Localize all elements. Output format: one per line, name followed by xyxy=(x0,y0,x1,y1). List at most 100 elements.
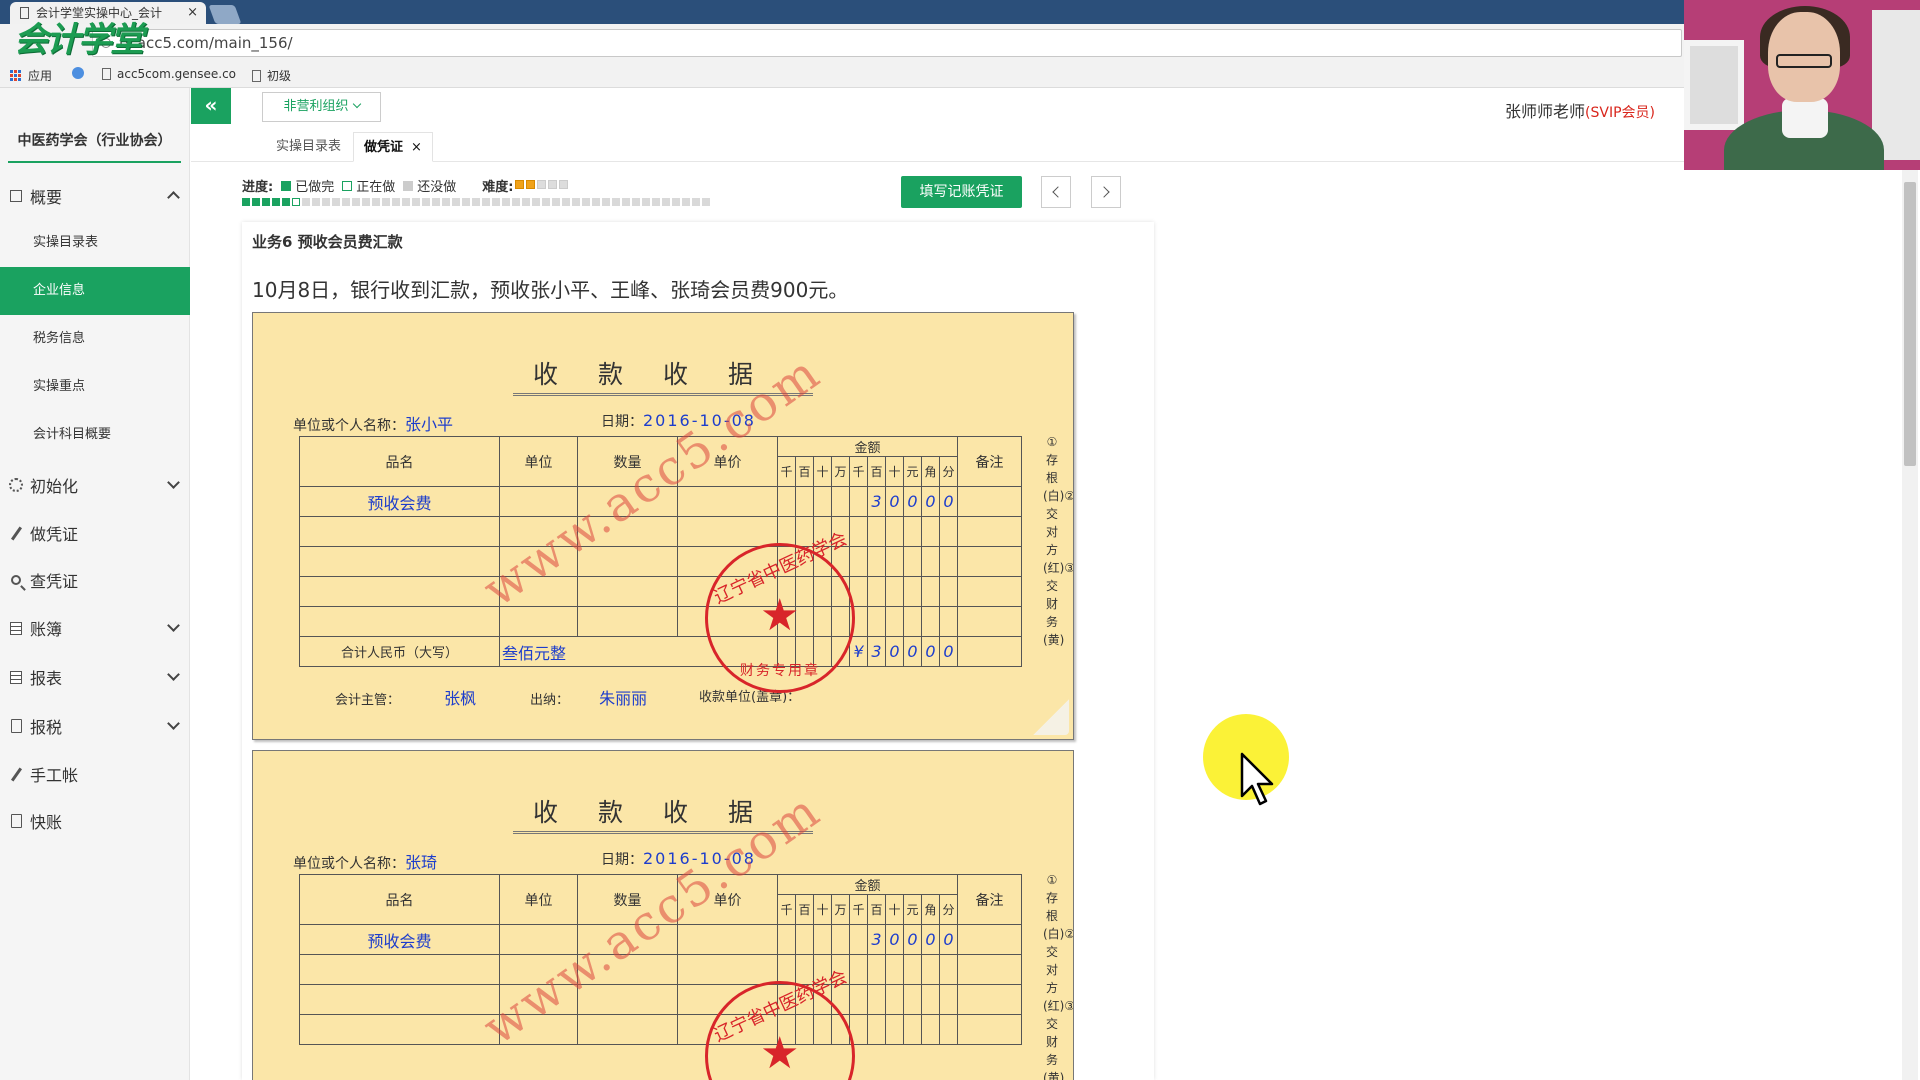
progress-step[interactable] xyxy=(442,198,450,206)
digit-header: 百 xyxy=(795,894,814,925)
fill-voucher-button[interactable]: 填写记账凭证 xyxy=(901,176,1022,208)
progress-step[interactable] xyxy=(542,198,550,206)
progress-step[interactable] xyxy=(672,198,680,206)
progress-step[interactable] xyxy=(572,198,580,206)
progress-step[interactable] xyxy=(682,198,690,206)
nav-group-search-voucher[interactable]: 查凭证 xyxy=(0,561,190,599)
scrollbar-thumb[interactable] xyxy=(1904,182,1916,466)
nav-group-ledger[interactable]: 账簿 xyxy=(0,609,190,647)
progress-step[interactable] xyxy=(352,198,360,206)
progress-step[interactable] xyxy=(612,198,620,206)
sidebar-item-catalog[interactable]: 实操目录表 xyxy=(0,219,190,267)
tab-make-voucher[interactable]: 做凭证 × xyxy=(353,132,433,162)
progress-step[interactable] xyxy=(272,198,280,206)
bookmark-gensee[interactable]: acc5com.gensee.co xyxy=(102,67,236,81)
nav-group-label: 报表 xyxy=(30,669,63,688)
progress-step[interactable] xyxy=(282,198,290,206)
tab-catalog[interactable]: 实操目录表 xyxy=(266,132,351,162)
nav-group-label: 报税 xyxy=(30,718,63,737)
amount-digit xyxy=(831,486,850,517)
close-tab-icon[interactable]: × xyxy=(187,2,198,24)
progress-step[interactable] xyxy=(692,198,700,206)
progress-step[interactable] xyxy=(432,198,440,206)
sidebar-item-accounts-overview[interactable]: 会计科目概要 xyxy=(0,411,190,459)
progress-step[interactable] xyxy=(402,198,410,206)
nav-group-reports[interactable]: 报表 xyxy=(0,658,190,696)
progress-step[interactable] xyxy=(392,198,400,206)
progress-step[interactable] xyxy=(502,198,510,206)
progress-step[interactable] xyxy=(622,198,630,206)
progress-step[interactable] xyxy=(642,198,650,206)
nav-group-tax[interactable]: 报税 xyxy=(0,707,190,745)
progress-step[interactable] xyxy=(702,198,710,206)
progress-step[interactable] xyxy=(302,198,310,206)
progress-step[interactable] xyxy=(412,198,420,206)
receipt-image: 收款收据 单位或个人名称：张小平 日期：2016-10-08 品名 单位 数量 … xyxy=(252,312,1074,740)
prev-button[interactable] xyxy=(1041,176,1071,208)
progress-step[interactable] xyxy=(602,198,610,206)
progress-step[interactable] xyxy=(632,198,640,206)
bookmark-paw[interactable] xyxy=(72,67,84,79)
progress-step[interactable] xyxy=(332,198,340,206)
progress-step[interactable] xyxy=(522,198,530,206)
progress-step[interactable] xyxy=(462,198,470,206)
nav-group-make-voucher[interactable]: 做凭证 xyxy=(0,514,190,552)
progress-step[interactable] xyxy=(582,198,590,206)
sidebar-item-company-info[interactable]: 企业信息 xyxy=(0,267,190,315)
star-icon xyxy=(515,180,525,189)
digit-header: 百 xyxy=(867,456,886,487)
progress-step[interactable] xyxy=(262,198,270,206)
vip-badge: (SVIP会员) xyxy=(1585,105,1655,121)
progress-step[interactable] xyxy=(382,198,390,206)
new-tab-button[interactable] xyxy=(208,5,242,24)
progress-step[interactable] xyxy=(322,198,330,206)
nav-group-manual-books[interactable]: 手工帐 xyxy=(0,755,190,793)
amount-digit xyxy=(813,486,832,517)
mouse-cursor-icon xyxy=(1240,752,1274,806)
close-tab-icon[interactable]: × xyxy=(411,140,422,155)
bookmark-apps[interactable]: 应用 xyxy=(10,67,52,84)
org-type-dropdown[interactable]: 非营利组织 xyxy=(262,92,381,122)
sidebar-item-tax-info[interactable]: 税务信息 xyxy=(0,315,190,363)
amount-digit: 0 xyxy=(885,636,904,667)
progress-step[interactable] xyxy=(422,198,430,206)
progress-step[interactable] xyxy=(252,198,260,206)
chevron-down-icon xyxy=(167,717,180,730)
progress-step[interactable] xyxy=(592,198,600,206)
progress-step[interactable] xyxy=(372,198,380,206)
digit-header: 十 xyxy=(885,456,904,487)
nav-group-overview[interactable]: 概要 xyxy=(0,177,190,215)
progress-step[interactable] xyxy=(482,198,490,206)
nav-group-init[interactable]: 初始化 xyxy=(0,466,190,504)
collapse-sidebar-button[interactable]: « xyxy=(191,88,231,124)
nav-group-quick-books[interactable]: 快账 xyxy=(0,802,190,840)
user-info[interactable]: 张师师老师(SVIP会员) xyxy=(1505,98,1655,122)
next-button[interactable] xyxy=(1091,176,1121,208)
progress-step[interactable] xyxy=(532,198,540,206)
bookmark-chuji[interactable]: 初级 xyxy=(252,67,291,84)
amount-digit: 0 xyxy=(939,636,958,667)
progress-step[interactable] xyxy=(662,198,670,206)
pen-icon xyxy=(8,766,24,782)
progress-step[interactable] xyxy=(292,198,300,206)
progress-step[interactable] xyxy=(552,198,560,206)
col-header: 品名 xyxy=(299,874,500,925)
progress-step[interactable] xyxy=(492,198,500,206)
org-type-label: 非营利组织 xyxy=(283,99,349,114)
progress-step[interactable] xyxy=(562,198,570,206)
progress-step[interactable] xyxy=(472,198,480,206)
progress-step[interactable] xyxy=(652,198,660,206)
url-bar[interactable]: lx.acc5.com/main_156/ xyxy=(92,29,1682,57)
progress-step[interactable] xyxy=(512,198,520,206)
payer-field: 单位或个人名称：张琦 xyxy=(293,849,437,873)
progress-step[interactable] xyxy=(342,198,350,206)
progress-step[interactable] xyxy=(452,198,460,206)
sidebar-item-key-points[interactable]: 实操重点 xyxy=(0,363,190,411)
progress-step[interactable] xyxy=(362,198,370,206)
digit-header: 角 xyxy=(921,894,940,925)
digit-header: 十 xyxy=(885,894,904,925)
progress-step[interactable] xyxy=(242,198,250,206)
progress-step[interactable] xyxy=(312,198,320,206)
url-text: lx.acc5.com/main_156/ xyxy=(119,34,293,52)
cashier-name: 朱丽丽 xyxy=(599,689,648,708)
